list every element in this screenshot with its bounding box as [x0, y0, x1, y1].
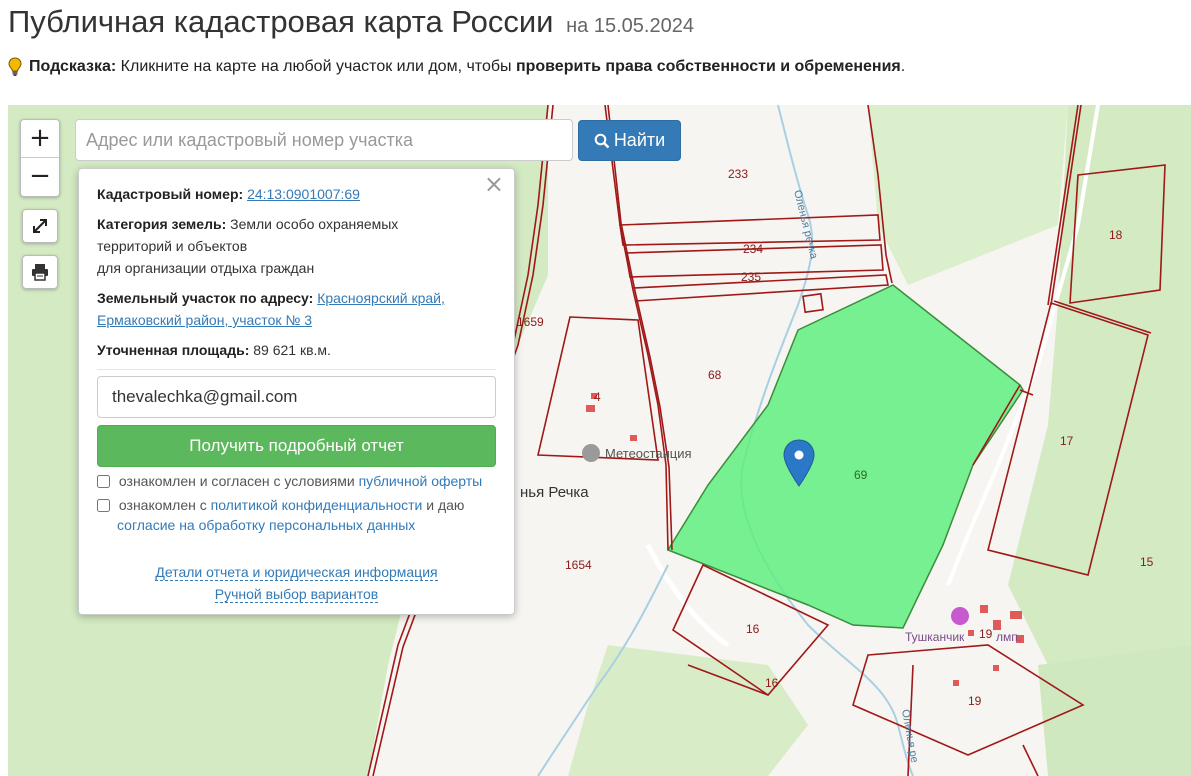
cadastral-number-link[interactable]: 24:13:0901007:69 — [247, 186, 360, 202]
land-category-field: Категория земель: Земли особо охраняемых… — [97, 213, 496, 279]
parcel-label-68: 68 — [708, 368, 722, 382]
forest-area-top — [868, 105, 1068, 285]
parcel-label-16a: 16 — [746, 622, 760, 636]
land-category-value-3: для организации отдыха граждан — [97, 260, 315, 276]
printer-icon — [32, 264, 48, 281]
details-links: Детали отчета и юридическая информация Р… — [97, 561, 496, 605]
parcel-label-4: 4 — [594, 390, 601, 404]
river-label-bottom: Оленья ре — [899, 708, 920, 763]
search-button-label: Найти — [613, 130, 666, 150]
page-title-date: на 15.05.2024 — [566, 15, 694, 37]
privacy-mid-text: и даю — [426, 497, 465, 513]
parcel-label-1659: 1659 — [517, 315, 544, 329]
parcel-label-19a: 19 — [979, 627, 993, 641]
address-field: Земельный участок по адресу: Красноярски… — [97, 287, 496, 331]
parcel-label-19b: 19 — [968, 694, 982, 708]
cadastral-number-field: Кадастровый номер: 24:13:0901007:69 — [97, 183, 496, 205]
offer-text: ознакомлен и согласен с условиями — [118, 473, 355, 489]
camp-label: Тушканчик — [905, 630, 965, 644]
meteo-station-label: Метеостанция — [605, 446, 692, 461]
forest-area-bottom — [568, 645, 808, 776]
zoom-out-button[interactable]: − — [21, 158, 59, 195]
parcel-info-popup: × Кадастровый номер: 24:13:0901007:69 Ка… — [78, 168, 515, 615]
print-button[interactable] — [22, 255, 58, 289]
cadastral-number-label: Кадастровый номер: — [97, 186, 244, 202]
parcel-label-233: 233 — [728, 167, 748, 181]
privacy-policy-link[interactable]: политикой конфиденциальности — [211, 497, 423, 513]
close-icon[interactable]: × — [484, 172, 504, 196]
email-field[interactable] — [97, 376, 496, 418]
hint: Подсказка: Кликните на карте на любой уч… — [8, 57, 905, 77]
offer-checkbox[interactable] — [97, 475, 110, 488]
hint-label: Подсказка: — [29, 58, 117, 75]
address-label: Земельный участок по адресу: — [97, 290, 314, 306]
parcel-label-69: 69 — [854, 468, 868, 482]
meteo-station-icon — [582, 444, 600, 462]
page-title: Публичная кадастровая карта России на 15… — [8, 4, 694, 40]
land-category-value-2: территорий и объектов — [97, 238, 248, 254]
lightbulb-icon — [8, 57, 22, 76]
get-report-button[interactable]: Получить подробный отчет — [97, 425, 496, 467]
privacy-text: ознакомлен с — [118, 497, 207, 513]
land-category-value-1: Земли особо охраняемых — [230, 216, 399, 232]
camp-icon — [951, 607, 969, 625]
zoom-in-button[interactable]: + — [21, 120, 59, 158]
fullscreen-button[interactable] — [22, 209, 58, 243]
cadastral-map[interactable]: 233 234 235 18 1659 68 4 69 17 1654 15 1… — [8, 105, 1191, 776]
area-field: Уточненная площадь: 89 621 кв.м. — [97, 339, 496, 361]
forest-area-bottom-right — [1038, 645, 1191, 776]
privacy-checkbox[interactable] — [97, 499, 110, 512]
hint-bold-text: проверить права собственности и обремене… — [515, 58, 901, 75]
area-label: Уточненная площадь: — [97, 342, 250, 358]
address-link-region[interactable]: Красноярский край, — [317, 290, 445, 306]
river-label-top: Оленья речка — [791, 189, 820, 261]
search-input[interactable] — [75, 119, 573, 161]
camp-label-suffix: лмп. — [996, 630, 1021, 644]
selected-parcel-69[interactable] — [666, 284, 1024, 629]
search-icon — [594, 133, 610, 148]
report-details-link[interactable]: Детали отчета и юридическая информация — [155, 564, 438, 581]
divider — [97, 369, 496, 370]
parcel-label-15: 15 — [1140, 555, 1154, 569]
page-title-text: Публичная кадастровая карта России — [8, 4, 554, 39]
parcel-label-234: 234 — [743, 242, 763, 256]
parcel-label-17: 17 — [1060, 434, 1074, 448]
offer-agreement-row: ознакомлен и согласен с условиями публич… — [97, 471, 496, 491]
village-label: нья Речка — [520, 484, 589, 501]
address-link-plot[interactable]: Ермаковский район, участок № 3 — [97, 312, 312, 328]
zoom-control: + − — [20, 119, 60, 197]
parcel-label-235: 235 — [741, 270, 761, 284]
land-category-label: Категория земель: — [97, 216, 227, 232]
personal-data-consent-link[interactable]: согласие на обработку персональных данны… — [117, 517, 415, 533]
area-value: 89 621 кв.м. — [253, 342, 331, 358]
hint-text: Кликните на карте на любой участок или д… — [120, 58, 512, 75]
parcel-label-1654: 1654 — [565, 558, 592, 572]
public-offer-link[interactable]: публичной оферты — [359, 473, 483, 489]
hint-end: . — [900, 58, 906, 75]
parcel-label-16b: 16 — [765, 676, 779, 690]
expand-icon — [33, 219, 47, 233]
privacy-agreement-row: ознакомлен с политикой конфиденциальност… — [97, 495, 496, 535]
parcel-label-18: 18 — [1109, 228, 1123, 242]
search-button[interactable]: Найти — [578, 120, 681, 161]
manual-selection-link[interactable]: Ручной выбор вариантов — [214, 586, 379, 603]
